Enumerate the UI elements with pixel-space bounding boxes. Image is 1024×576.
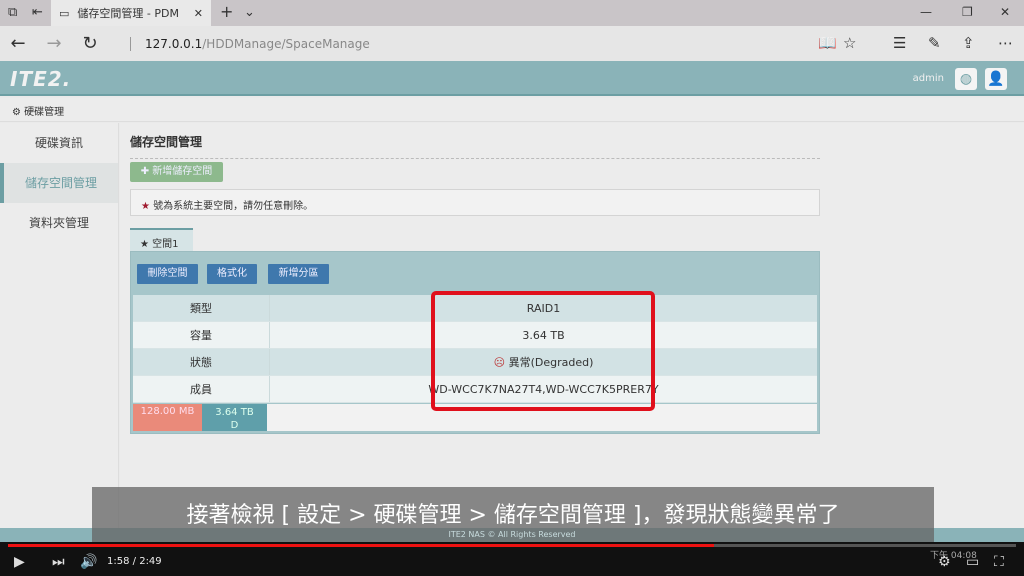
progress-fill bbox=[8, 544, 714, 547]
browser-tab[interactable]: ▭ 儲存空間管理 - PDM ✕ bbox=[51, 0, 211, 26]
footer-copyright: ITE2 NAS © All Rights Reserved bbox=[448, 530, 576, 539]
tab-overview-icon[interactable]: ⧉ bbox=[8, 5, 17, 20]
share-icon[interactable]: ⇪ bbox=[962, 34, 975, 52]
delete-space-button[interactable]: 刪除空間 bbox=[137, 264, 198, 284]
tab-space1[interactable]: ★ 空間1 bbox=[130, 228, 193, 251]
breadcrumb: ⚙ 硬碟管理 bbox=[0, 98, 1024, 122]
volume-icon[interactable]: 🔊 bbox=[80, 554, 97, 570]
star-icon: ★ bbox=[140, 239, 153, 250]
user-name[interactable]: admin bbox=[913, 73, 944, 84]
favorite-star-icon[interactable]: ☆ bbox=[843, 34, 856, 52]
back-icon[interactable]: ← bbox=[0, 33, 36, 54]
usage-segment-system[interactable]: 128.00 MB bbox=[133, 404, 202, 431]
next-icon[interactable]: ⏭ bbox=[52, 554, 65, 570]
fullscreen-icon[interactable]: ⛶ bbox=[994, 554, 1004, 570]
close-window-icon[interactable]: ✕ bbox=[1000, 5, 1010, 19]
new-tab-icon[interactable]: + bbox=[220, 2, 233, 21]
note-box: ★ 號為系統主要空間，請勿任意刪除。 bbox=[130, 189, 820, 216]
address-bar: ← → ↻ 127.0.0.1/HDDManage/SpaceManage 📖 … bbox=[0, 26, 1024, 61]
highlight-box bbox=[431, 291, 655, 411]
reading-view-icon[interactable]: 📖 bbox=[818, 34, 837, 52]
tab-title: 儲存空間管理 - PDM bbox=[77, 7, 179, 20]
more-icon[interactable]: ⋯ bbox=[998, 34, 1013, 52]
logo: ITE2. bbox=[10, 67, 72, 91]
tab-list-chevron-icon[interactable]: ⌄ bbox=[244, 5, 255, 20]
sidebar: 硬碟資訊 儲存空間管理 資料夾管理 bbox=[0, 123, 119, 533]
hub-icon[interactable]: ☰ bbox=[893, 34, 906, 52]
play-icon[interactable]: ▶ bbox=[14, 554, 25, 570]
set-aside-tabs-icon[interactable]: ⇤ bbox=[32, 5, 43, 20]
video-player-controls: ▶ ⏭ 🔊 1:58 / 2:49 下午 04:08 ⚙ ▭ ⛶ bbox=[0, 542, 1024, 576]
restore-icon[interactable]: ❐ bbox=[962, 5, 973, 19]
globe-icon[interactable]: ◍ bbox=[955, 68, 977, 90]
refresh-icon[interactable]: ↻ bbox=[72, 33, 108, 54]
url-field[interactable]: 127.0.0.1/HDDManage/SpaceManage bbox=[130, 36, 370, 51]
add-space-button[interactable]: ✚ 新增儲存空間 bbox=[130, 162, 223, 182]
user-icon[interactable]: 👤 bbox=[985, 68, 1007, 90]
close-tab-icon[interactable]: ✕ bbox=[194, 7, 203, 20]
web-note-icon[interactable]: ✎ bbox=[928, 34, 941, 52]
minimize-icon[interactable]: — bbox=[920, 5, 932, 19]
browser-tab-bar: ⧉ ⇤ ▭ 儲存空間管理 - PDM ✕ + ⌄ — ❐ ✕ bbox=[0, 0, 1024, 26]
settings-gear-icon[interactable]: ⚙ bbox=[938, 554, 951, 570]
usage-segment-d[interactable]: 3.64 TB D bbox=[202, 404, 267, 431]
page-icon: ▭ bbox=[59, 6, 70, 20]
sidebar-item-disk-info[interactable]: 硬碟資訊 bbox=[0, 123, 118, 163]
gear-icon: ⚙ bbox=[12, 107, 25, 118]
sidebar-item-folder-manage[interactable]: 資料夾管理 bbox=[0, 203, 118, 243]
app-header: ITE2. admin ◍ 👤 bbox=[0, 61, 1024, 96]
theater-mode-icon[interactable]: ▭ bbox=[966, 554, 979, 570]
plus-icon: ✚ bbox=[140, 166, 153, 177]
progress-bar[interactable] bbox=[8, 544, 1016, 547]
time-display: 1:58 / 2:49 bbox=[107, 556, 162, 567]
forward-icon[interactable]: → bbox=[36, 33, 72, 54]
star-icon: ★ bbox=[141, 201, 154, 212]
format-button[interactable]: 格式化 bbox=[207, 264, 257, 284]
add-partition-button[interactable]: 新增分區 bbox=[268, 264, 329, 284]
page-title: 儲存空間管理 bbox=[130, 133, 820, 159]
sidebar-item-space-manage[interactable]: 儲存空間管理 bbox=[0, 163, 118, 203]
